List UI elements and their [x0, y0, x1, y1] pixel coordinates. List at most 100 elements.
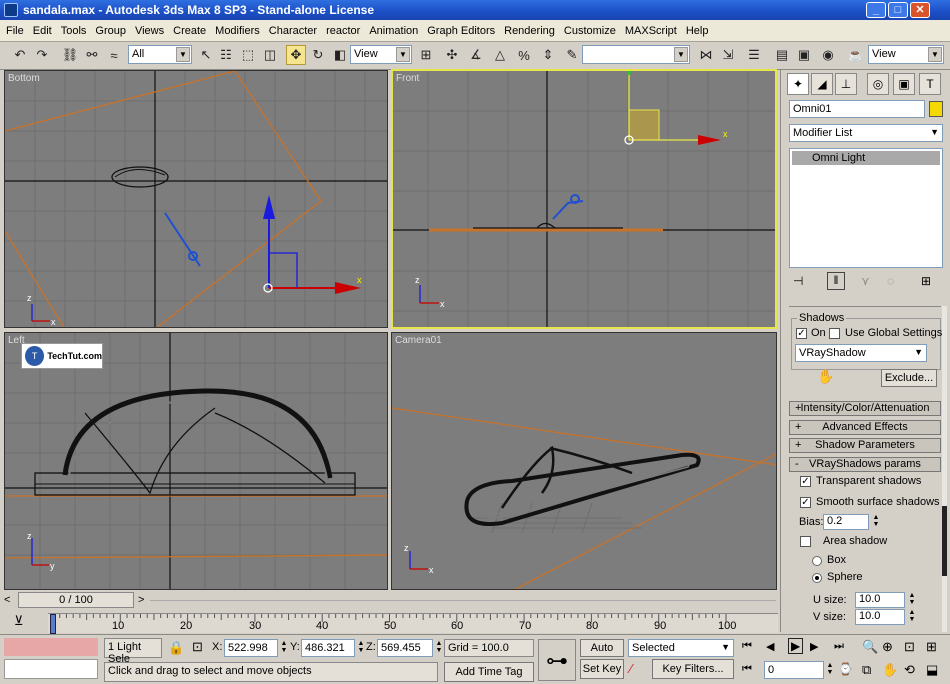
add-time-tag-button[interactable]: Add Time Tag [444, 662, 534, 682]
menu-rendering[interactable]: Rendering [504, 25, 555, 37]
manipulate-icon[interactable]: ✣ [442, 45, 462, 65]
viewport-front[interactable]: Front x z x [391, 69, 777, 329]
rollout-advanced-effects[interactable]: + Advanced Effects [789, 420, 941, 435]
window-crossing-icon[interactable]: ◫ [260, 45, 280, 65]
close-button[interactable]: ✕ [910, 2, 930, 18]
next-frame-icon[interactable]: ▶ [810, 640, 818, 653]
menu-character[interactable]: Character [269, 25, 317, 37]
sphere-radio[interactable] [812, 573, 822, 583]
box-radio[interactable] [812, 556, 822, 566]
auto-key-button[interactable]: Auto Key [580, 639, 624, 670]
y-spinner[interactable]: ▲ ▼ [356, 640, 366, 656]
schematic-view-icon[interactable]: ▣ [794, 45, 814, 65]
percent-snap-icon[interactable]: % [514, 45, 534, 65]
time-slider[interactable]: < 0 / 100 > [0, 592, 780, 609]
render-type-dropdown[interactable]: View ▼ [868, 45, 944, 64]
object-name-field[interactable]: Omni01 [789, 100, 925, 118]
spinner-snap-icon[interactable]: ⇕ [538, 45, 558, 65]
maxscript-listener-white[interactable] [4, 659, 98, 679]
menu-tools[interactable]: Tools [61, 25, 87, 37]
default-in-out-tangents-icon[interactable]: ⁄ [630, 661, 632, 676]
minimize-button[interactable]: _ [866, 2, 886, 18]
current-frame-field[interactable]: 0 [764, 661, 824, 679]
key-filters-button[interactable]: Key Filters... [652, 659, 734, 679]
set-key-button[interactable]: Set Key [580, 659, 624, 679]
use-global-settings-checkbox[interactable] [829, 328, 840, 339]
bias-field[interactable]: 0.2 [823, 514, 869, 530]
time-slider-right-arrow[interactable]: > [138, 594, 144, 606]
angle-snap-icon[interactable]: △ [490, 45, 510, 65]
key-mode-toggle-icon[interactable]: ⏮ [742, 663, 752, 676]
zoom-extents-icon[interactable]: ⊡ [904, 639, 915, 655]
v-size-field[interactable]: 10.0 [855, 609, 905, 625]
snap-toggle-icon[interactable]: ∡ [466, 45, 486, 65]
frame-display[interactable]: 0 / 100 [18, 592, 134, 608]
modifier-list-dropdown[interactable]: Modifier List ▼ [789, 124, 943, 142]
previous-frame-icon[interactable]: ◀ [766, 640, 774, 653]
stack-item-omni-light[interactable]: Omni Light [792, 151, 940, 165]
configure-modifier-sets-icon[interactable]: ⊞ [921, 274, 931, 288]
menu-create[interactable]: Create [173, 25, 206, 37]
menu-file[interactable]: File [6, 25, 24, 37]
lock-icon[interactable]: 🔒 [168, 640, 184, 656]
edit-named-selection-icon[interactable]: ✎ [562, 45, 582, 65]
select-by-name-icon[interactable]: ☷ [216, 45, 236, 65]
named-selection-dropdown[interactable]: ▼ [582, 45, 690, 64]
zoom-all-icon[interactable]: ⊕ [882, 639, 893, 655]
viewport-label[interactable]: Camera01 [395, 335, 442, 346]
remove-modifier-icon[interactable]: ◌ [887, 274, 894, 288]
exclude-button[interactable]: Exclude... [881, 369, 937, 387]
go-to-end-icon[interactable]: ⏭ [834, 640, 844, 653]
v-size-spinner[interactable]: ▲ ▼ [907, 609, 917, 625]
link-icon[interactable]: ⛓ [60, 45, 80, 65]
menu-reactor[interactable]: reactor [326, 25, 360, 37]
material-editor-icon[interactable]: ◉ [818, 45, 838, 65]
display-tab-icon[interactable]: ▣ [893, 73, 915, 95]
key-mode-dropdown[interactable]: Selected ▼ [628, 639, 734, 657]
rollout-vrayshadows-params[interactable]: - VRayShadows params [789, 457, 941, 472]
track-bar-ruler[interactable] [48, 613, 778, 634]
z-coordinate-field[interactable]: 569.455 [377, 639, 433, 657]
x-coordinate-field[interactable]: 522.998 [224, 639, 278, 657]
menu-edit[interactable]: Edit [33, 25, 52, 37]
menu-group[interactable]: Group [95, 25, 126, 37]
pin-stack-icon[interactable]: ⊣ [793, 274, 803, 288]
redo-icon[interactable]: ↷ [32, 45, 52, 65]
time-marker[interactable] [50, 614, 56, 634]
shadow-type-dropdown[interactable]: VRayShadow ▼ [795, 344, 927, 362]
menu-customize[interactable]: Customize [564, 25, 616, 37]
select-and-rotate-icon[interactable]: ↻ [308, 45, 328, 65]
scrollbar-thumb[interactable] [942, 506, 947, 576]
maximize-viewport-icon[interactable]: ⬓ [926, 662, 938, 678]
render-scene-icon[interactable]: ☕ [846, 45, 866, 65]
zoom-extents-all-icon[interactable]: ⊞ [926, 639, 937, 655]
rollout-intensity[interactable]: + Intensity/Color/Attenuation [789, 401, 941, 416]
arc-rotate-icon[interactable]: ⟲ [904, 662, 915, 678]
transparent-shadows-checkbox[interactable]: ✓ [800, 476, 811, 487]
play-icon[interactable]: ▶ [788, 638, 804, 654]
layer-manager-icon[interactable]: ☰ [744, 45, 764, 65]
viewport-bottom[interactable]: Bottom x z x [4, 70, 388, 328]
shadows-on-checkbox[interactable]: ✓ [796, 328, 807, 339]
maximize-button[interactable]: □ [888, 2, 908, 18]
create-tab-icon[interactable]: ✦ [787, 73, 809, 95]
selection-filter-dropdown[interactable]: All ▼ [128, 45, 192, 64]
x-spinner[interactable]: ▲ ▼ [279, 640, 289, 656]
undo-icon[interactable]: ↶ [10, 45, 30, 65]
go-to-start-icon[interactable]: ⏮ [742, 640, 752, 653]
select-object-icon[interactable]: ↖ [196, 45, 216, 65]
pivot-center-icon[interactable]: ⊞ [416, 45, 436, 65]
region-zoom-icon[interactable]: ⧉ [862, 662, 871, 678]
make-unique-icon[interactable]: ⋎ [861, 274, 870, 288]
bias-spinner[interactable]: ▲ ▼ [871, 514, 881, 530]
current-frame-spinner[interactable]: ▲ ▼ [825, 662, 835, 678]
z-spinner[interactable]: ▲ ▼ [434, 640, 444, 656]
area-shadow-checkbox[interactable] [800, 536, 811, 547]
viewport-left[interactable]: Left T TechTut.com z y [4, 332, 388, 590]
unlink-icon[interactable]: ⚯ [82, 45, 102, 65]
show-end-result-icon[interactable]: ‖ [827, 272, 845, 290]
region-select-icon[interactable]: ⬚ [238, 45, 258, 65]
reference-coordinate-dropdown[interactable]: View ▼ [350, 45, 412, 64]
hierarchy-tab-icon[interactable]: ⊥ [835, 73, 857, 95]
modify-tab-icon[interactable]: ◢ [811, 73, 833, 95]
